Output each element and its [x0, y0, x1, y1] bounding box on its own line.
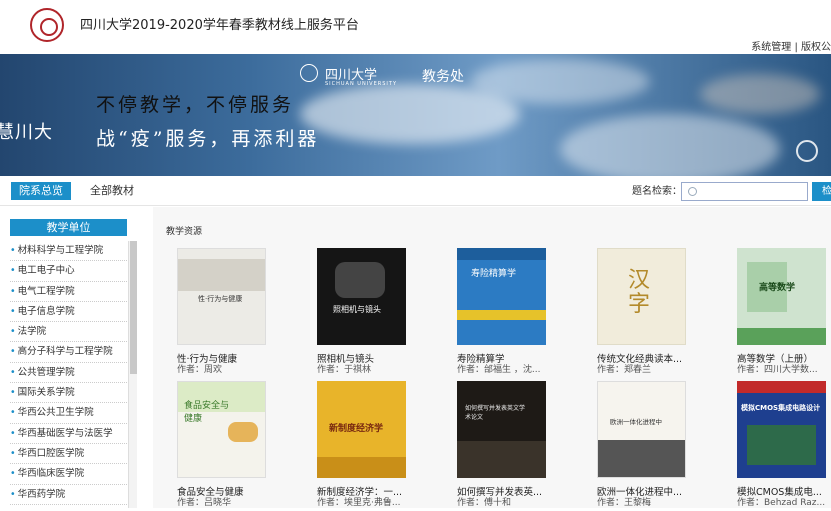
book-author: 作者：Behzad Raz...	[737, 498, 826, 508]
university-seal-icon	[300, 64, 318, 82]
book-author: 作者：王黎梅	[597, 498, 652, 508]
book-author: 作者：周欢	[177, 365, 223, 375]
book-author: 作者：傅十和	[457, 498, 512, 508]
sidebar-title: 教学单位	[10, 219, 127, 236]
book-author: 作者：埃里克·弗鲁...	[317, 498, 401, 508]
banner-dept: 教务处	[422, 69, 464, 85]
tab-all-materials[interactable]: 全部教材	[90, 182, 134, 200]
book-card[interactable]: 汉字 传统文化经典读本... 作者：郑春兰	[573, 248, 713, 378]
sidebar-item[interactable]: • 公共管理学院	[10, 363, 127, 384]
book-cover[interactable]: 欧洲一体化进程中	[597, 381, 686, 478]
book-card[interactable]: 欧洲一体化进程中 欧洲一体化进程中... 作者：王黎梅	[573, 381, 713, 511]
book-cover[interactable]: 高等数学	[737, 248, 826, 345]
book-card[interactable]: 食品安全与健康 食品安全与健康 作者：吕晓华	[153, 381, 293, 511]
sidebar-item[interactable]: • 华西药学院	[10, 485, 127, 505]
book-cover[interactable]: 如何撰写并发表英文学术论文	[457, 381, 546, 478]
book-card[interactable]: 照相机与镜头 照相机与镜头 作者：于祺林	[293, 248, 433, 378]
sidebar-item[interactable]: • 高分子科学与工程学院	[10, 342, 127, 363]
book-cover[interactable]: 食品安全与健康	[177, 381, 266, 478]
tabs-bar: 院系总览 全部教材 题名检索： 检	[0, 176, 831, 206]
resources-panel: 教学资源 性·行为与健康 性·行为与健康 作者：周欢 照相机与镜头 照相机与镜头…	[153, 207, 831, 508]
sidebar-item[interactable]: • 电工电子中心	[10, 261, 127, 282]
scrollbar-thumb[interactable]	[130, 241, 137, 374]
sidebar-item[interactable]: • 电子信息学院	[10, 302, 127, 323]
search-button[interactable]: 检	[812, 182, 831, 201]
sidebar-item[interactable]: • 材料科学与工程学院	[10, 241, 127, 262]
book-author: 作者：郑春兰	[597, 365, 652, 375]
sidebar-item[interactable]: • 华西基础医学与法医学	[10, 424, 127, 444]
book-card[interactable]: 高等数学 高等数学（上册） 作者：四川大学数...	[713, 248, 831, 378]
book-card[interactable]: 模拟CMOS集成电路设计 模拟CMOS集成电... 作者：Behzad Raz.…	[713, 381, 831, 511]
search-input[interactable]	[681, 182, 808, 201]
sidebar-item[interactable]: • 华西口腔医学院	[10, 444, 127, 465]
book-author: 作者：四川大学数...	[737, 365, 818, 375]
book-card[interactable]: 如何撰写并发表英文学术论文 如何撰写并发表英... 作者：傅十和	[433, 381, 573, 511]
book-cover[interactable]: 寿险精算学	[457, 248, 546, 345]
hero-banner: 慧川大 四川大学 SICHUAN UNIVERSITY 教务处 不停教学，不停服…	[0, 54, 831, 176]
search-icon	[688, 187, 697, 196]
banner-left-text: 慧川大	[0, 122, 53, 143]
sidebar-item[interactable]: • 电气工程学院	[10, 282, 127, 302]
banner-university-en: SICHUAN UNIVERSITY	[325, 81, 397, 87]
sidebar-item[interactable]: • 华西公共卫生学院	[10, 403, 127, 424]
book-cover[interactable]: 汉字	[597, 248, 686, 345]
sidebar: 教学单位 • 材料科学与工程学院 • 电工电子中心 • 电气工程学院 • 电子信息学院 …	[10, 219, 138, 508]
book-cover[interactable]: 新制度经济学	[317, 381, 406, 478]
sidebar-scrollbar[interactable]	[128, 241, 137, 508]
sidebar-item[interactable]: • 国际关系学院	[10, 383, 127, 404]
sidebar-item[interactable]: • 法学院	[10, 322, 127, 343]
site-title: 四川大学2019-2020学年春季教材线上服务平台	[80, 18, 359, 33]
top-links[interactable]: 系统管理 | 版权公	[751, 38, 831, 53]
resources-title: 教学资源	[166, 227, 203, 237]
book-cover[interactable]: 模拟CMOS集成电路设计	[737, 381, 826, 478]
sidebar-list: • 材料科学与工程学院 • 电工电子中心 • 电气工程学院 • 电子信息学院 • 法学院 …	[10, 241, 127, 505]
search-label: 题名检索：	[632, 186, 682, 197]
book-author: 作者：吕晓华	[177, 498, 232, 508]
book-author: 作者：邰福生 ，沈...	[457, 365, 541, 375]
sidebar-item[interactable]: • 华西临床医学院	[10, 464, 127, 485]
book-card[interactable]: 新制度经济学 新制度经济学：一... 作者：埃里克·弗鲁...	[293, 381, 433, 511]
banner-slogan-1: 不停教学，不停服务	[96, 94, 295, 116]
book-cover[interactable]: 性·行为与健康	[177, 248, 266, 345]
banner-slogan-2: 战“疫”服务，再添利器	[96, 128, 320, 150]
tab-overview[interactable]: 院系总览	[11, 182, 71, 200]
corner-seal-icon	[796, 140, 818, 162]
book-card[interactable]: 寿险精算学 寿险精算学 作者：邰福生 ，沈...	[433, 248, 573, 378]
top-header: 四川大学2019-2020学年春季教材线上服务平台 系统管理 | 版权公	[0, 0, 831, 54]
book-card[interactable]: 性·行为与健康 性·行为与健康 作者：周欢	[153, 248, 293, 378]
university-logo-icon[interactable]	[30, 8, 64, 42]
book-author: 作者：于祺林	[317, 365, 372, 375]
book-cover[interactable]: 照相机与镜头	[317, 248, 406, 345]
